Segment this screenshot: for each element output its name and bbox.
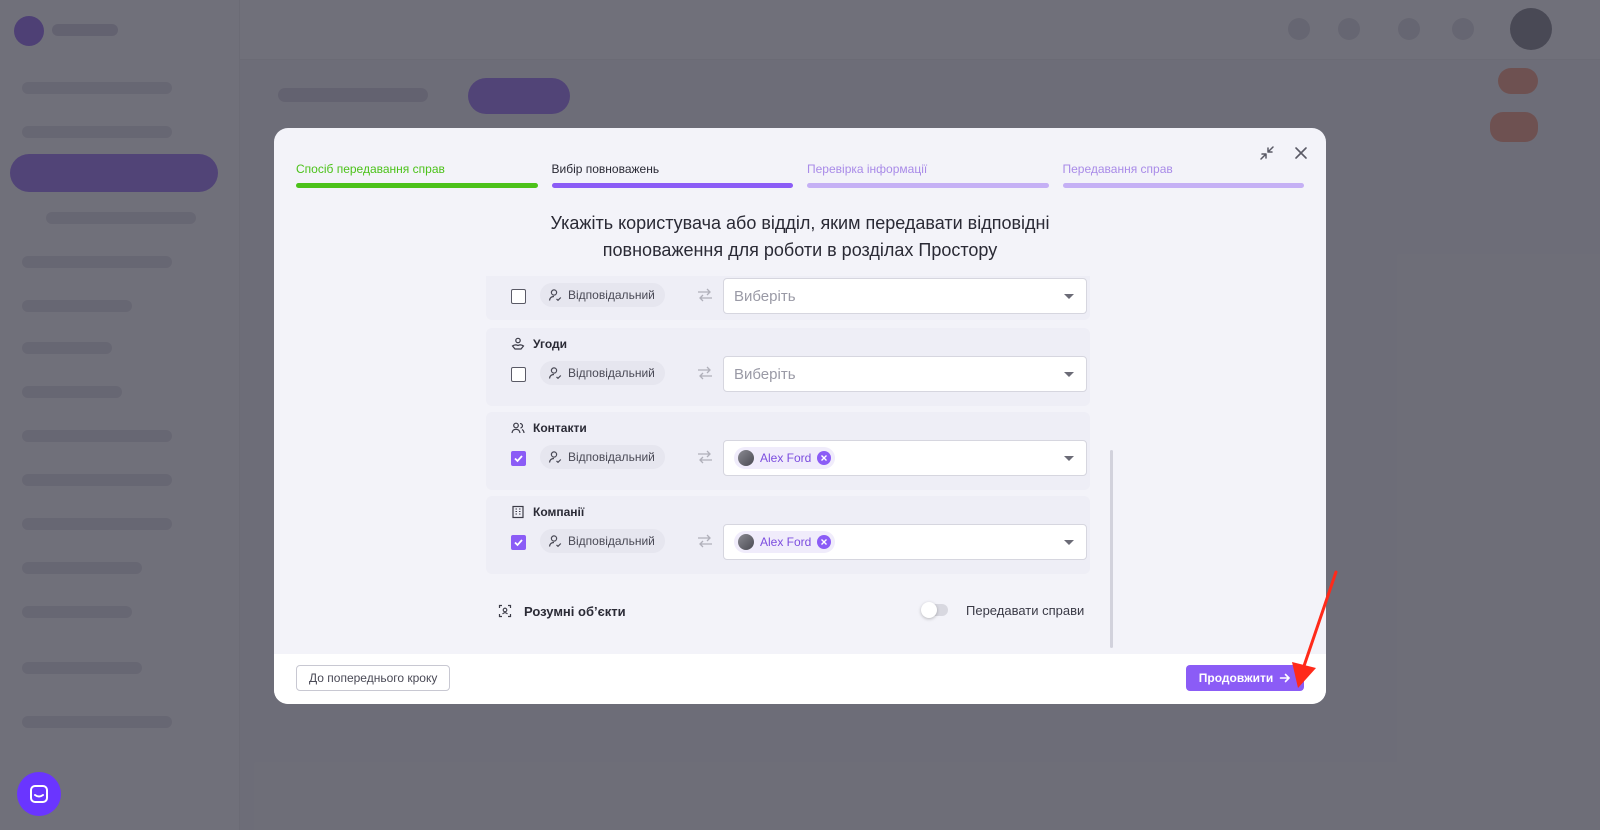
chevron-down-icon <box>1064 372 1074 377</box>
modal-controls <box>1256 142 1312 164</box>
role-label: Відповідальний <box>568 534 655 548</box>
scrollbar[interactable] <box>1110 450 1113 648</box>
collapse-icon <box>1260 146 1274 160</box>
section-header: Угоди <box>486 334 1090 354</box>
step-3: Перевірка інформації <box>807 162 1049 188</box>
permission-checkbox[interactable] <box>511 451 526 466</box>
close-icon <box>821 539 828 545</box>
step-label: Вибір повноважень <box>551 162 660 176</box>
step-4: Передавання справ <box>1062 162 1304 188</box>
smart-objects-label: Розумні об’єкти <box>524 603 626 619</box>
transfer-arrow-icon <box>698 366 712 380</box>
transfer-arrow-icon <box>698 288 712 302</box>
role-label: Відповідальний <box>568 366 655 380</box>
transfer-cases-toggle[interactable] <box>921 602 948 618</box>
select-placeholder: Виберіть <box>734 365 796 383</box>
modal-footer: До попереднього кроку Продовжити <box>274 654 1326 704</box>
role-pill: Відповідальний <box>540 361 665 385</box>
assignee-select[interactable]: Виберіть <box>723 356 1087 392</box>
assignee-name: Alex Ford <box>760 451 812 465</box>
section-title: Компанії <box>533 505 585 519</box>
section-companies: Компанії Відповідальний Alex Ford <box>486 496 1090 574</box>
chevron-down-icon <box>1064 294 1074 299</box>
step-label: Передавання справ <box>1062 162 1173 176</box>
continue-label: Продовжити <box>1198 671 1274 685</box>
transfer-arrow-icon <box>698 450 712 464</box>
users-icon <box>511 422 525 434</box>
role-pill: Відповідальний <box>540 283 665 307</box>
modal-title-line: повноваження для роботи в розділах Прост… <box>602 240 998 260</box>
assignee-chip: Alex Ford <box>734 531 836 553</box>
permission-row: Відповідальний Виберіть <box>486 354 1090 398</box>
previous-step-button[interactable]: До попереднього кроку <box>296 665 451 691</box>
checkmark-icon <box>514 539 523 547</box>
avatar <box>738 534 754 550</box>
step-label: Спосіб передавання справ <box>296 162 445 176</box>
modal-title-line: Укажіть користувача або відділ, яким пер… <box>550 213 1050 233</box>
close-button[interactable] <box>1290 142 1312 164</box>
smart-objects-row: Розумні об’єкти Передавати справи <box>486 588 1090 634</box>
checkmark-icon <box>514 455 523 463</box>
avatar <box>738 450 754 466</box>
toggle-label: Передавати справи <box>966 603 1085 618</box>
role-label: Відповідальний <box>568 450 655 464</box>
transfer-modal: Спосіб передавання справ Вибір повноваже… <box>274 128 1326 704</box>
chat-launcher-button[interactable] <box>17 772 61 816</box>
assignee-select[interactable]: Alex Ford <box>723 440 1087 476</box>
modal-title: Укажіть користувача або відділ, яким пер… <box>274 210 1326 264</box>
permission-checkbox[interactable] <box>511 535 526 550</box>
permission-row: Відповідальний Виберіть <box>486 276 1090 320</box>
remove-assignee-button[interactable] <box>817 535 832 549</box>
section-title: Контакти <box>533 421 587 435</box>
close-icon <box>821 455 828 461</box>
collapse-button[interactable] <box>1256 142 1278 164</box>
assignee-select[interactable]: Виберіть <box>723 278 1087 314</box>
step-2: Вибір повноважень <box>551 162 793 188</box>
step-progress-bar <box>807 183 1049 188</box>
handshake-icon <box>511 337 525 350</box>
chevron-down-icon <box>1064 540 1074 545</box>
step-1: Спосіб передавання справ <box>296 162 538 188</box>
smart-object-icon <box>498 604 512 618</box>
permissions-list[interactable]: Відповідальний Виберіть Угоди Відповідал… <box>486 276 1090 650</box>
chevron-down-icon <box>1064 456 1074 461</box>
step-progress-bar <box>551 183 793 188</box>
step-progress-bar <box>1062 183 1304 188</box>
remove-assignee-button[interactable] <box>817 451 832 465</box>
chat-icon <box>30 785 48 803</box>
role-pill: Відповідальний <box>540 445 665 469</box>
stepper: Спосіб передавання справ Вибір повноваже… <box>296 162 1304 188</box>
section-header: Компанії <box>486 502 1090 522</box>
permission-row: Відповідальний Alex Ford <box>486 438 1090 482</box>
annotation-arrow-icon <box>1292 570 1338 688</box>
role-pill: Відповідальний <box>540 529 665 553</box>
select-placeholder: Виберіть <box>734 287 796 305</box>
user-check-icon <box>548 289 562 302</box>
user-check-icon <box>548 367 562 380</box>
section-previous: Відповідальний Виберіть <box>486 276 1090 320</box>
section-header: Контакти <box>486 418 1090 438</box>
section-deals: Угоди Відповідальний Виберіть <box>486 328 1090 406</box>
section-title: Угоди <box>533 337 568 351</box>
permission-checkbox[interactable] <box>511 367 526 382</box>
step-label: Перевірка інформації <box>807 162 928 176</box>
close-icon <box>1295 147 1307 159</box>
user-check-icon <box>548 535 562 548</box>
user-check-icon <box>548 451 562 464</box>
step-progress-bar <box>296 183 538 188</box>
toggle-knob <box>921 602 937 618</box>
assignee-select[interactable]: Alex Ford <box>723 524 1087 560</box>
section-contacts: Контакти Відповідальний Alex Ford <box>486 412 1090 490</box>
building-icon <box>512 505 524 519</box>
assignee-chip: Alex Ford <box>734 447 836 469</box>
assignee-name: Alex Ford <box>760 535 812 549</box>
permission-row: Відповідальний Alex Ford <box>486 522 1090 566</box>
permission-checkbox[interactable] <box>511 289 526 304</box>
transfer-arrow-icon <box>698 534 712 548</box>
role-label: Відповідальний <box>568 288 655 302</box>
